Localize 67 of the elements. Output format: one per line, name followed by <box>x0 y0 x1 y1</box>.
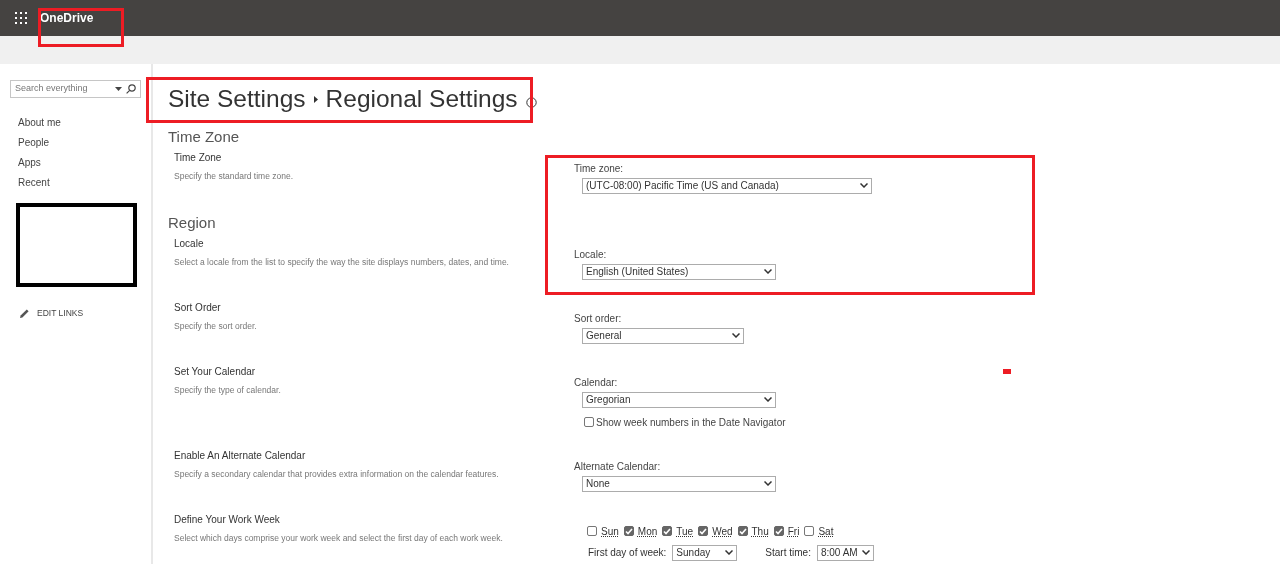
caret-icon <box>115 87 122 91</box>
setting-description: Specify the sort order. <box>174 319 258 333</box>
checkbox-label: Show week numbers in the Date Navigator <box>596 415 786 430</box>
field-label: Time zone: <box>574 162 625 175</box>
caret-icon <box>861 550 870 556</box>
setting-title: Set Your Calendar <box>174 364 257 379</box>
checkbox[interactable] <box>662 526 673 537</box>
dropdown[interactable]: 8:00 AM <box>816 544 874 561</box>
field-label: Calendar: <box>574 376 619 389</box>
edit-links-link[interactable]: EDIT LINKS <box>37 307 84 320</box>
day-label: Thu <box>751 524 769 539</box>
dropdown[interactable]: Gregorian <box>582 391 776 408</box>
checkbox[interactable] <box>698 526 709 537</box>
app-launcher-icon[interactable] <box>15 12 27 24</box>
checkbox[interactable] <box>737 526 748 537</box>
checkbox[interactable] <box>804 526 815 537</box>
section-heading: Time Zone <box>168 127 241 147</box>
dropdown[interactable]: Sunday <box>672 544 738 561</box>
caret-icon <box>764 481 772 487</box>
annotation-mark <box>1003 369 1011 374</box>
setting-description: Specify the standard time zone. <box>174 169 295 183</box>
setting-description: Select a locale from the list to specify the way the site displays numbers, dates, and time. <box>174 255 510 269</box>
breadcrumb-link[interactable]: Site Settings <box>168 81 306 118</box>
day-label: Sun <box>601 524 619 539</box>
search-icon <box>126 84 136 94</box>
caret-icon <box>732 333 740 339</box>
setting-description: Select which days comprise your work week and select the first day of each work week. <box>174 531 504 545</box>
page-title: Regional Settings <box>325 84 518 114</box>
checkbox[interactable] <box>623 526 634 537</box>
checkbox[interactable] <box>587 526 597 537</box>
search-box[interactable]: Search everything <box>10 80 141 98</box>
day-label: Mon <box>637 524 658 539</box>
field-label: Sort order: <box>574 312 623 325</box>
nav-link[interactable]: Apps <box>18 153 141 173</box>
nav-link[interactable]: Recent <box>18 173 141 193</box>
caret-icon <box>860 183 868 189</box>
day-label: Tue <box>676 524 694 539</box>
field-label: First day of week: <box>588 546 667 561</box>
day-label: Sat <box>818 524 834 539</box>
info-icon[interactable] <box>525 96 537 108</box>
dropdown[interactable]: None <box>582 475 776 492</box>
field-label: Locale: <box>574 248 608 261</box>
setting-description: Specify the type of calendar. <box>174 383 282 397</box>
setting-title: Enable An Alternate Calendar <box>174 448 307 463</box>
section-heading: Region <box>168 213 217 233</box>
setting-title: Sort Order <box>174 300 222 315</box>
setting-title: Locale <box>174 236 205 251</box>
caret-icon <box>764 397 772 403</box>
dropdown[interactable]: (UTC-08:00) Pacific Time (US and Canada) <box>582 177 872 194</box>
setting-title: Time Zone <box>174 150 223 165</box>
checkbox[interactable] <box>584 417 594 428</box>
dropdown[interactable]: English (United States) <box>582 263 776 280</box>
checkbox[interactable] <box>773 526 784 537</box>
field-label: Alternate Calendar: <box>574 460 662 473</box>
caret-icon <box>725 550 734 556</box>
dropdown[interactable]: General <box>582 327 744 344</box>
nav-link[interactable]: About me <box>18 113 141 133</box>
pencil-icon <box>20 308 29 318</box>
caret-icon <box>764 269 772 275</box>
breadcrumb-separator-icon <box>313 95 318 103</box>
app-name[interactable]: OneDrive <box>40 9 94 27</box>
nav-link[interactable]: People <box>18 133 141 153</box>
day-label: Wed <box>712 524 733 539</box>
field-label: Start time: <box>765 546 811 561</box>
setting-description: Specify a secondary calendar that provides extra information on the calendar features. <box>174 467 500 481</box>
setting-title: Define Your Work Week <box>174 512 281 527</box>
day-label: Fri <box>787 524 800 539</box>
